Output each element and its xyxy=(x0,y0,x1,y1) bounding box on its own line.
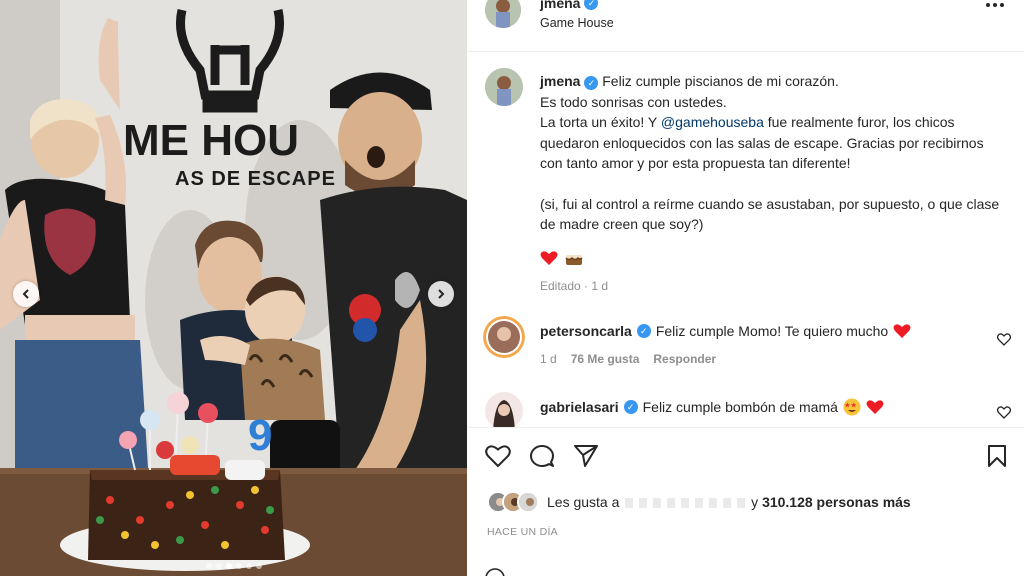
heart-outline-icon[interactable] xyxy=(997,406,1011,419)
post-photo[interactable]: ME HOU AS DE ESCAPE 9 xyxy=(0,0,467,576)
chevron-right-icon xyxy=(438,289,445,299)
likes-count[interactable]: 310.128 personas más xyxy=(762,494,911,510)
post-time-ago[interactable]: HACE UN DÍA xyxy=(487,526,558,538)
caption-line-2: Es todo sonrisas con ustedes. xyxy=(540,93,727,110)
carousel-dot xyxy=(215,563,222,569)
commenter-avatar[interactable] xyxy=(485,392,523,430)
commenter-username[interactable]: gabrielasari xyxy=(540,399,619,415)
comment-body: Feliz cumple bombón de mamá xyxy=(642,399,838,415)
verified-badge-icon: ✓ xyxy=(623,400,638,414)
more-options-icon[interactable] xyxy=(986,3,1004,7)
action-bar: Les gusta a y 310.128 personas más HACE … xyxy=(467,427,1024,576)
carousel-dot xyxy=(205,563,212,569)
comment-time: 1 d xyxy=(540,352,557,366)
commenter-username[interactable]: petersoncarla xyxy=(540,323,632,339)
star-struck-emoji-icon xyxy=(843,398,861,416)
red-heart-icon xyxy=(866,400,884,414)
carousel-dot xyxy=(245,563,252,569)
comment-meta: 1 d 76 Me gusta Responder xyxy=(540,352,716,366)
likes-prefix: Les gusta a xyxy=(547,494,620,510)
comment-reply-button[interactable]: Responder xyxy=(653,352,716,366)
cake-candle-number: 9 xyxy=(248,411,272,460)
photo-next-button[interactable] xyxy=(428,281,454,307)
post-panel: jmena ✓ Game House jmena ✓ Feliz cumple … xyxy=(467,0,1024,576)
author-avatar[interactable] xyxy=(485,0,521,28)
caption-avatar[interactable] xyxy=(485,68,523,106)
carousel-dot xyxy=(225,563,232,569)
share-paper-plane-icon[interactable] xyxy=(573,444,599,468)
comment-body: Feliz cumple Momo! Te quiero mucho xyxy=(655,323,889,339)
caption-username[interactable]: jmena xyxy=(540,73,580,89)
post-header: jmena ✓ Game House xyxy=(467,0,1024,52)
verified-badge-icon: ✓ xyxy=(584,0,599,10)
likes-summary: Les gusta a y 310.128 personas más xyxy=(487,491,911,513)
save-bookmark-icon[interactable] xyxy=(986,444,1008,468)
sign-sub-text: AS DE ESCAPE xyxy=(175,168,336,190)
heart-outline-icon[interactable] xyxy=(997,333,1011,346)
likes-blurred-user xyxy=(625,498,746,509)
photo-scene: ME HOU AS DE ESCAPE 9 xyxy=(0,0,467,576)
commenter-avatar[interactable] xyxy=(483,316,525,358)
caption-line-1: Feliz cumple piscianos de mi corazón. xyxy=(602,73,839,89)
caption-line-4: (si, fui al control a reírme cuando se a… xyxy=(540,195,1000,233)
carousel-dots xyxy=(0,563,467,569)
red-heart-icon xyxy=(540,251,558,265)
caption-meta: Editado · 1 d xyxy=(540,279,609,293)
cake-icon xyxy=(565,255,583,265)
likes-suffix: y xyxy=(751,494,759,510)
post-actions xyxy=(485,444,599,468)
caption-line-3-pre: La torta un éxito! Y xyxy=(540,114,661,130)
photo-prev-button[interactable] xyxy=(13,281,39,307)
comment-text: petersoncarla ✓ Feliz cumple Momo! Te qu… xyxy=(540,323,911,339)
likes-text: Les gusta a y 310.128 personas más xyxy=(547,494,911,510)
carousel-dot xyxy=(255,563,262,569)
comment-likes[interactable]: 76 Me gusta xyxy=(571,352,640,366)
sign-main-text: ME HOU xyxy=(123,116,299,165)
caption-emojis xyxy=(540,250,584,266)
caption-mention-link[interactable]: @gamehouseba xyxy=(661,114,764,130)
chevron-left-icon xyxy=(22,289,29,299)
author-username[interactable]: jmena ✓ xyxy=(540,0,599,11)
verified-badge-icon: ✓ xyxy=(636,324,651,338)
verified-badge-icon: ✓ xyxy=(584,76,599,91)
carousel-dot xyxy=(235,563,242,569)
liker-avatar[interactable] xyxy=(517,491,539,513)
red-heart-icon xyxy=(893,324,911,338)
like-heart-icon[interactable] xyxy=(485,444,511,468)
post-location[interactable]: Game House xyxy=(540,16,614,30)
author-username-text: jmena xyxy=(540,0,581,11)
comment-bubble-icon[interactable] xyxy=(529,444,555,468)
emoji-icon[interactable] xyxy=(485,568,505,576)
comment-text: gabrielasari ✓ Feliz cumple bombón de ma… xyxy=(540,398,884,416)
caption-text: jmena ✓ Feliz cumple piscianos de mi cor… xyxy=(540,71,1000,235)
